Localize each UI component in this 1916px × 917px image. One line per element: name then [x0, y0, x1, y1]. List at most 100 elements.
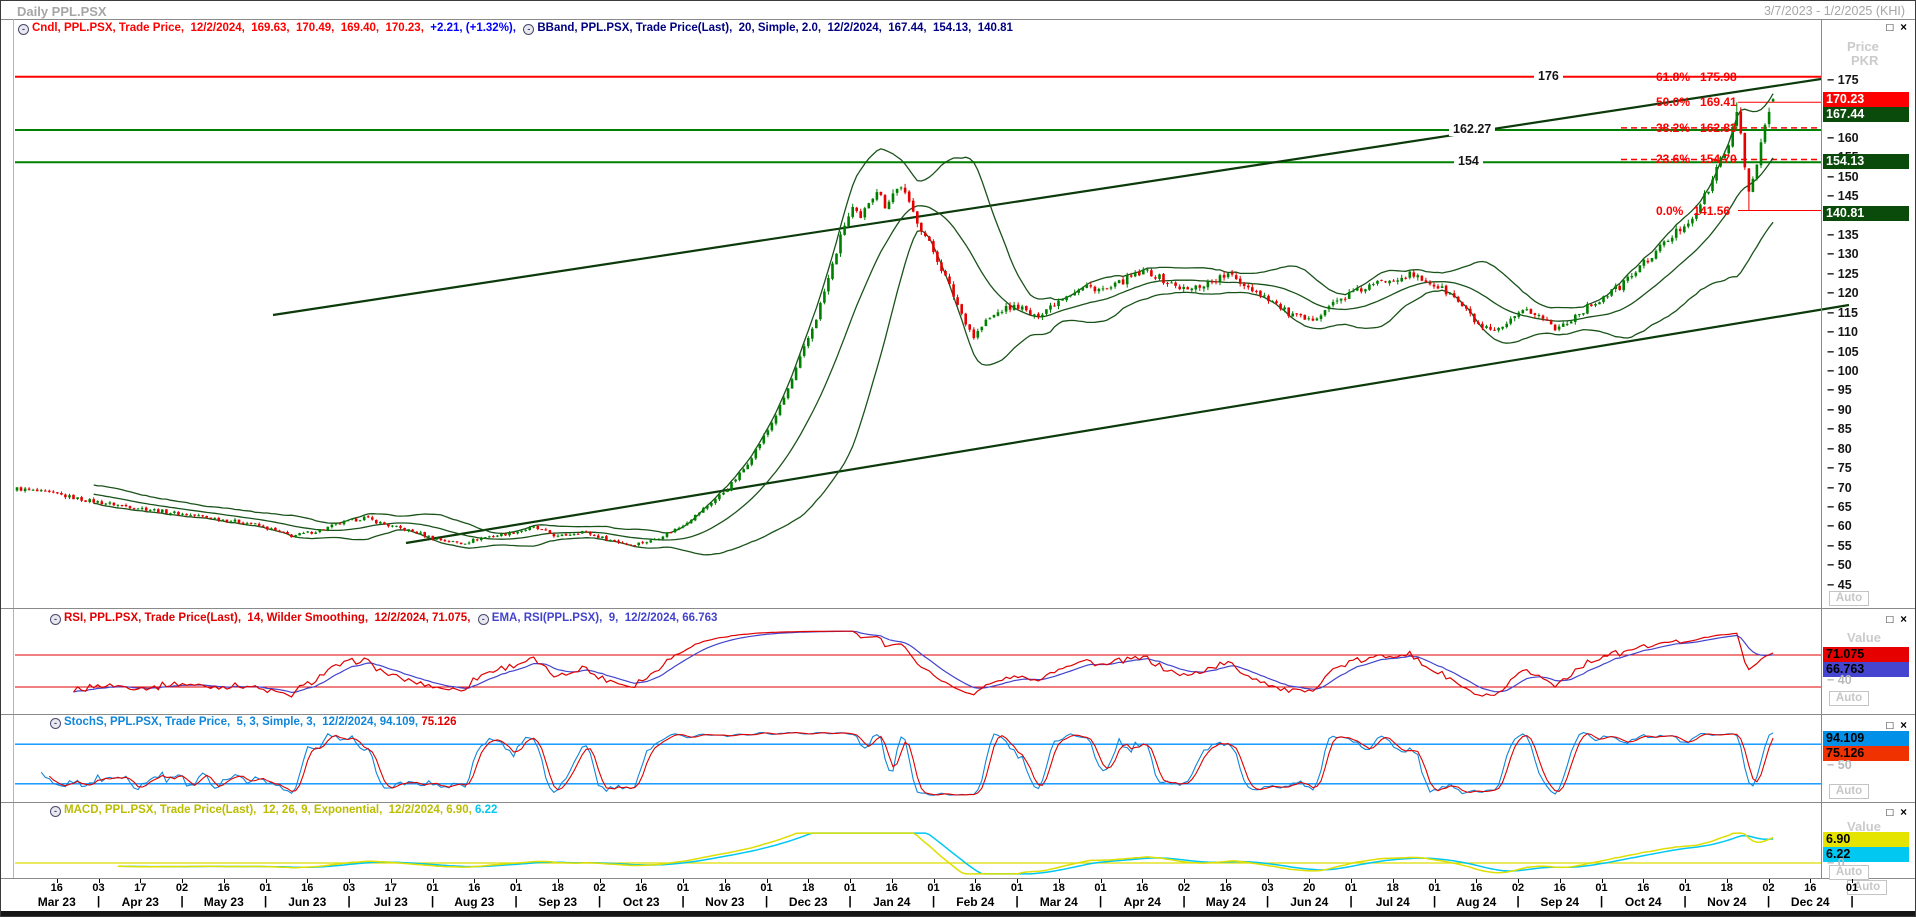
auto-button[interactable]: Auto: [1829, 865, 1869, 880]
bottom-bar: [1, 911, 1916, 917]
x-axis-day-label: 02: [1762, 882, 1774, 894]
x-axis-day-label: 16: [51, 882, 63, 894]
x-axis-month-separator: |: [264, 894, 267, 908]
fib-label: 38.2% 162.83: [1656, 121, 1737, 135]
x-axis-day-label: 16: [719, 882, 731, 894]
auto-button[interactable]: Auto: [1829, 591, 1869, 606]
x-axis-day-label: 16: [1554, 882, 1566, 894]
x-axis-day-label: 01: [927, 882, 939, 894]
panel-divider-rsi: [1, 608, 1916, 609]
x-axis-day-label: 01: [426, 882, 438, 894]
price-value-box: 154.13: [1823, 154, 1909, 169]
x-axis-month-separator: |: [514, 894, 517, 908]
x-axis-month-separator: |: [598, 894, 601, 908]
price-tick: − 135: [1827, 228, 1859, 242]
x-axis-month-separator: |: [1767, 894, 1770, 908]
collapse-icon[interactable]: -: [523, 24, 534, 35]
macd-legend-segment: MACD, PPL.PSX, Trade Price(Last), 12, 26…: [64, 804, 475, 816]
macd-value-box: 6.90: [1823, 832, 1909, 847]
x-axis-day-label: 01: [1846, 882, 1858, 894]
stoch-axis-tick: − 50: [1827, 758, 1852, 772]
x-axis-month-label: May 24: [1206, 895, 1246, 909]
x-axis-day-label: 18: [1721, 882, 1733, 894]
x-axis-month-label: Dec 24: [1791, 895, 1830, 909]
x-axis-day-label: 16: [1220, 882, 1232, 894]
panel-maximize-icon[interactable]: □: [1886, 614, 1893, 626]
stoch-legend-segment: 75.126: [421, 716, 456, 728]
x-axis-month-separator: |: [180, 894, 183, 908]
panel-controls: □×: [1879, 614, 1907, 626]
collapse-icon[interactable]: -: [478, 614, 489, 625]
x-axis-day-label: 02: [1178, 882, 1190, 894]
auto-button[interactable]: Auto: [1829, 691, 1869, 706]
price-tick: − 145: [1827, 189, 1859, 203]
x-axis-month-separator: |: [848, 894, 851, 908]
main-legend-segment: BBand, PPL.PSX, Trade Price(Last), 20, S…: [537, 22, 1013, 34]
stoch-legend: -StochS, PPL.PSX, Trade Price, 5, 3, Sim…: [49, 716, 457, 729]
collapse-icon[interactable]: -: [18, 24, 29, 35]
x-axis-day-label: 01: [510, 882, 522, 894]
x-axis-day-label: 17: [134, 882, 146, 894]
x-axis-month-label: Oct 24: [1625, 895, 1662, 909]
collapse-icon[interactable]: -: [50, 614, 61, 625]
x-axis-day-label: 17: [385, 882, 397, 894]
x-axis-day-label: 01: [259, 882, 271, 894]
inline-level-label: 162.27: [1449, 122, 1495, 136]
x-axis-day-label: 03: [1261, 882, 1273, 894]
fib-label: 0.0% 141.56: [1656, 204, 1730, 218]
x-axis-day-label: 01: [677, 882, 689, 894]
auto-button[interactable]: Auto: [1829, 784, 1869, 799]
x-axis-month-separator: |: [347, 894, 350, 908]
price-tick: − 110: [1827, 325, 1858, 339]
main-legend: -Cndl, PPL.PSX, Trade Price, 12/2/2024, …: [17, 22, 1013, 35]
x-axis-day-label: 01: [1428, 882, 1440, 894]
xaxis-divider: [1, 878, 1916, 879]
x-axis-month-label: Sep 23: [538, 895, 577, 909]
x-axis-month-label: Jun 24: [1290, 895, 1328, 909]
panel-controls: □×: [1879, 807, 1907, 819]
collapse-icon[interactable]: -: [50, 718, 61, 729]
x-axis-day-label: 02: [1512, 882, 1524, 894]
x-axis-month-label: Nov 24: [1707, 895, 1746, 909]
x-axis-day-label: 03: [92, 882, 104, 894]
x-axis-month-label: Apr 23: [122, 895, 159, 909]
panel-close-icon[interactable]: ×: [1900, 807, 1907, 819]
price-tick: − 105: [1827, 345, 1859, 359]
panel-maximize-icon[interactable]: □: [1886, 807, 1893, 819]
price-tick: − 150: [1827, 170, 1859, 184]
price-tick: − 90: [1827, 403, 1852, 417]
x-axis-day-label: 16: [468, 882, 480, 894]
rsi-ema-line: [74, 631, 1774, 692]
price-tick: − 70: [1827, 481, 1852, 495]
price-axis-unit: PKR: [1851, 53, 1878, 68]
x-axis-day-label: 18: [552, 882, 564, 894]
x-axis-day-label: 03: [343, 882, 355, 894]
rsi-value-box: 71.075: [1823, 647, 1909, 662]
x-axis-day-label: 20: [1303, 882, 1315, 894]
x-axis-month-label: Aug 24: [1456, 895, 1496, 909]
x-axis-month-label: Jul 23: [374, 895, 408, 909]
price-tick: − 120: [1827, 286, 1859, 300]
x-axis-month-separator: |: [932, 894, 935, 908]
price-tick: − 60: [1827, 519, 1852, 533]
rsi-legend: -RSI, PPL.PSX, Trade Price(Last), 14, Wi…: [49, 612, 717, 625]
collapse-icon[interactable]: -: [50, 806, 61, 817]
main-legend-segment: Cndl, PPL.PSX, Trade Price, 12/2/2024, 1…: [32, 22, 430, 34]
rsi-legend-segment: EMA, RSI(PPL.PSX), 9, 12/2/2024, 66.763: [492, 612, 718, 624]
x-axis-month-separator: |: [1516, 894, 1519, 908]
x-axis-day-label: 18: [802, 882, 814, 894]
x-axis-day-label: 02: [176, 882, 188, 894]
x-axis-month-separator: |: [97, 894, 100, 908]
x-axis-day-label: 16: [1637, 882, 1649, 894]
inline-level-label: 176: [1534, 69, 1563, 83]
panel-maximize-icon[interactable]: □: [1886, 22, 1893, 34]
axis-divider: [1821, 19, 1822, 878]
stoch-k-line: [41, 732, 1773, 795]
panel-close-icon[interactable]: ×: [1900, 614, 1907, 626]
x-axis-day-label: 18: [1053, 882, 1065, 894]
macd-legend-segment: 6.22: [475, 804, 497, 816]
fib-label: 23.6% 154.70: [1656, 152, 1737, 166]
stoch-d-line: [49, 733, 1773, 795]
x-axis-day-label: 16: [969, 882, 981, 894]
panel-close-icon[interactable]: ×: [1900, 22, 1907, 34]
